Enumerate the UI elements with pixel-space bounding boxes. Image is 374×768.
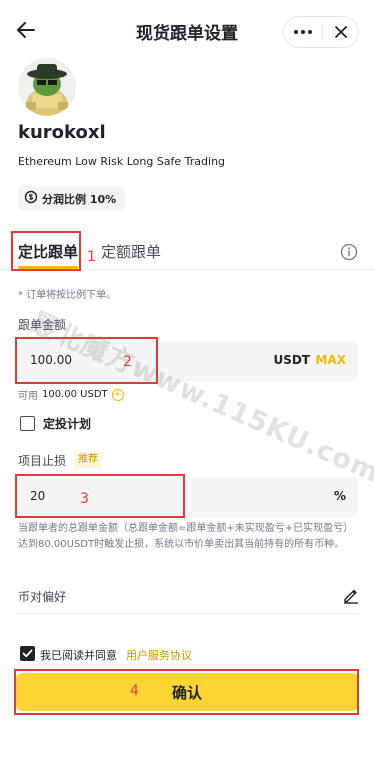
- agreement-text: 我已阅读并同意: [40, 649, 117, 662]
- annotation-box-4: [14, 669, 359, 715]
- recommend-badge: 推荐: [74, 452, 102, 468]
- gear-dollar-icon: [24, 190, 38, 207]
- edit-pencil-icon[interactable]: [342, 586, 360, 604]
- max-button[interactable]: MAX: [316, 353, 346, 367]
- miniapp-capsule: [283, 16, 359, 48]
- more-icon[interactable]: [284, 17, 322, 47]
- annotation-number-1: 1: [87, 249, 96, 265]
- plan-label: 定投计划: [43, 417, 92, 431]
- avatar: [18, 58, 76, 116]
- available-balance: 可用 100.00 USDT +: [18, 387, 124, 402]
- pair-preference-label: 币对偏好: [18, 590, 67, 604]
- tab-fixed-copy[interactable]: 定额跟单: [101, 241, 161, 262]
- annotation-box-3: [15, 474, 185, 518]
- available-value: 100.00 USDT: [42, 389, 108, 400]
- annotation-number-4: 4: [130, 683, 139, 699]
- checkmark-icon: [22, 649, 33, 658]
- order-note: * 订单将按比例下单。: [18, 290, 117, 301]
- amount-unit: USDT: [273, 353, 310, 367]
- close-icon[interactable]: [323, 17, 359, 47]
- annotation-number-3: 3: [80, 491, 89, 507]
- stop-loss-label: 项目止损: [18, 454, 67, 468]
- agreement-checkbox[interactable]: [20, 646, 35, 661]
- pair-divider: [16, 613, 358, 614]
- available-label: 可用: [18, 391, 38, 402]
- profit-share-label: 分润比例 10%: [42, 192, 117, 206]
- add-funds-icon[interactable]: +: [111, 388, 124, 401]
- stop-loss-description: 当跟单者的总跟单金额（总跟单金额=跟单金额+未实现盈亏+已实现盈亏）达到80.0…: [18, 523, 354, 550]
- plan-checkbox[interactable]: [20, 416, 35, 431]
- trader-description: Ethereum Low Risk Long Safe Trading: [18, 155, 226, 168]
- info-icon[interactable]: [340, 243, 358, 261]
- username: kurokoxl: [18, 122, 106, 143]
- user-agreement-link[interactable]: 用户服务协议: [126, 647, 192, 663]
- stop-loss-unit: %: [333, 489, 346, 503]
- annotation-box-1: [11, 231, 81, 271]
- profit-share-badge: 分润比例 10%: [18, 186, 126, 211]
